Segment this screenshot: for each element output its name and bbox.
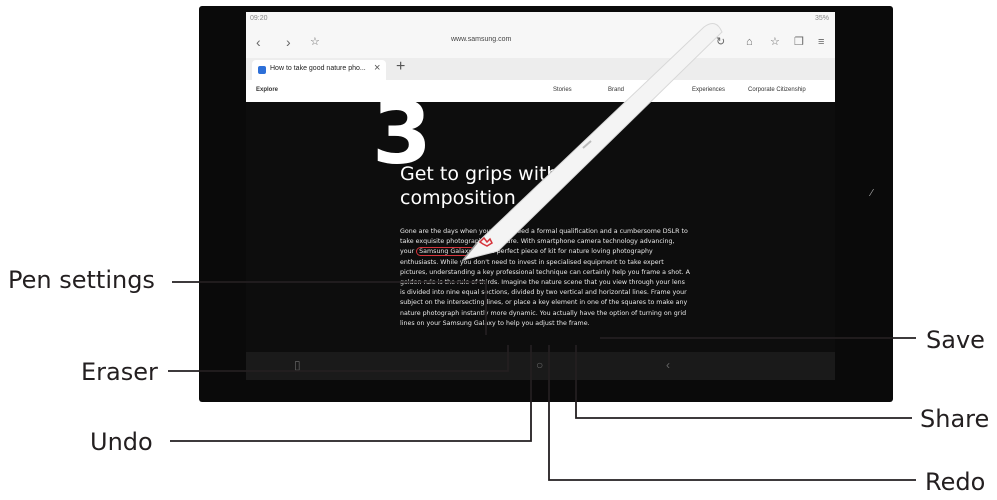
overlay	[168, 22, 916, 481]
s-pen	[461, 22, 723, 261]
callout-lines	[168, 281, 916, 481]
